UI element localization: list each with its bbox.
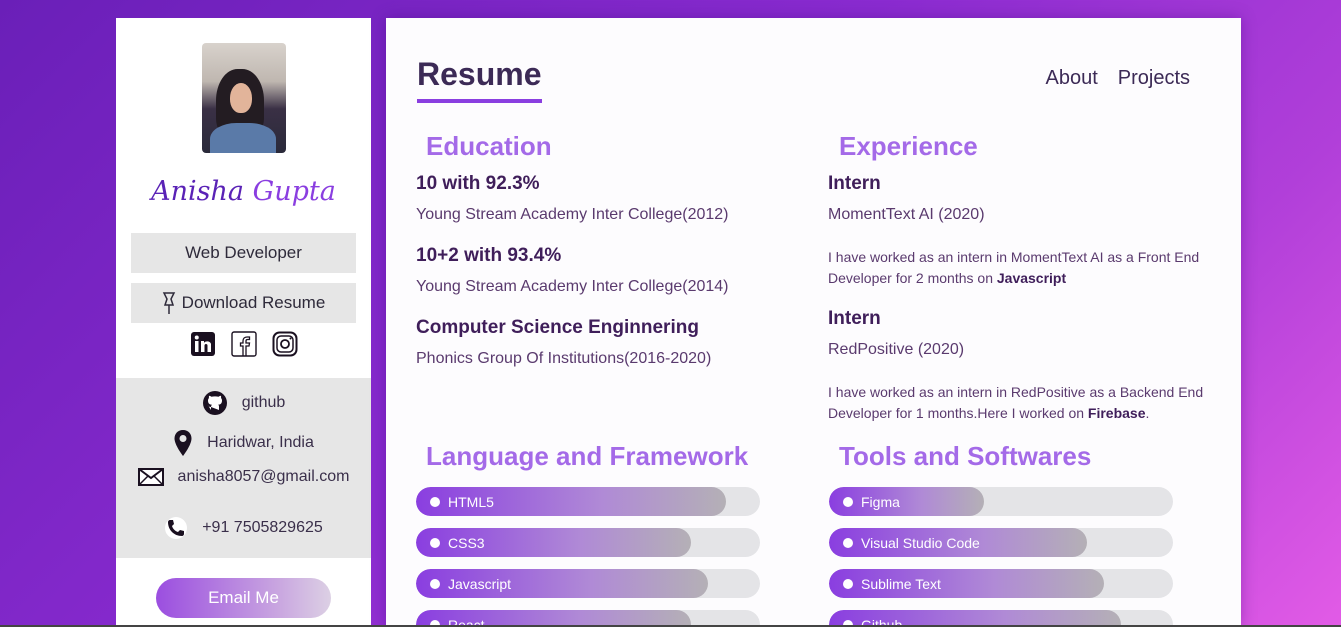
skill-bar-fill: Figma [829, 487, 984, 516]
download-label: Download Resume [181, 293, 326, 312]
profile-photo [202, 43, 286, 153]
experience-description: I have worked as an intern in MomentText… [828, 249, 1200, 286]
skill-label: Figma [861, 493, 900, 510]
bullet-dot-icon [430, 537, 440, 548]
education-detail: Young Stream Academy Inter College(2014) [416, 278, 729, 295]
github-icon [202, 391, 227, 415]
skill-label: Sublime Text [861, 575, 941, 592]
experience-description: I have worked as an intern in RedPositiv… [828, 384, 1204, 421]
tools-title: Tools and Softwares [839, 441, 1092, 471]
top-nav: About Projects [1045, 67, 1190, 90]
education-detail: Young Stream Academy Inter College(2012) [416, 206, 729, 223]
skill-bar-fill: Javascript [416, 569, 709, 598]
facebook-icon[interactable] [230, 331, 257, 357]
education-heading: 10 with 92.3% [416, 173, 540, 194]
role-label: Web Developer [185, 243, 302, 262]
social-links [116, 331, 371, 357]
role-badge: Web Developer [131, 233, 356, 273]
skill-bar-fill: HTML5 [416, 487, 726, 516]
skill-bar: Javascript [416, 569, 760, 598]
bullet-dot-icon [843, 578, 853, 589]
education-heading: 10+2 with 93.4% [416, 245, 562, 266]
nav-about[interactable]: About [1045, 67, 1097, 90]
github-label: github [241, 394, 286, 411]
contact-panel: github Haridwar, India anisha8057@gmail.… [116, 378, 371, 558]
location-label: Haridwar, India [207, 434, 314, 451]
profile-sidebar: Anisha Gupta Web Developer Download Resu… [116, 18, 371, 627]
education-heading: Computer Science Enginnering [416, 317, 699, 338]
skill-bar: HTML5 [416, 487, 760, 516]
email-label: anisha8057@gmail.com [177, 468, 350, 485]
experience-heading: Intern [828, 308, 881, 329]
skill-bar-fill: CSS3 [416, 528, 692, 557]
skill-label: Javascript [448, 575, 512, 592]
contact-location: Haridwar, India [116, 429, 371, 457]
profile-name: Anisha Gupta [116, 176, 371, 207]
skill-bar: Figma [829, 487, 1173, 516]
education-title: Education [426, 131, 552, 161]
bullet-dot-icon [843, 537, 853, 548]
location-pin-icon [174, 430, 192, 456]
page-title: Resume [417, 56, 542, 103]
skill-label: HTML5 [448, 493, 494, 510]
skill-bar-fill: Visual Studio Code [829, 528, 1087, 557]
experience-company: MomentText AI (2020) [828, 206, 985, 223]
download-resume-button[interactable]: Download Resume [131, 283, 356, 323]
nav-projects[interactable]: Projects [1118, 67, 1190, 90]
languages-title: Language and Framework [426, 441, 749, 471]
skill-bar: CSS3 [416, 528, 760, 557]
skill-bar: Visual Studio Code [829, 528, 1173, 557]
experience-company: RedPositive (2020) [828, 341, 965, 358]
skill-bar: Sublime Text [829, 569, 1173, 598]
last-name: Gupta [252, 176, 336, 207]
education-detail: Phonics Group Of Institutions(2016-2020) [416, 350, 712, 367]
experience-heading: Intern [828, 173, 881, 194]
contact-github[interactable]: github [116, 390, 371, 416]
contact-email[interactable]: anisha8057@gmail.com [116, 468, 371, 486]
skill-label: CSS3 [448, 534, 485, 551]
phone-icon [165, 517, 188, 539]
skill-label: Visual Studio Code [861, 534, 980, 551]
contact-phone[interactable]: +91 7505829625 [116, 516, 371, 540]
experience-title: Experience [839, 131, 978, 161]
bullet-dot-icon [430, 578, 440, 589]
bullet-dot-icon [843, 496, 853, 507]
phone-label: +91 7505829625 [202, 519, 323, 536]
skill-bar-fill: Sublime Text [829, 569, 1105, 598]
linkedin-icon[interactable] [190, 331, 216, 357]
mail-icon [137, 468, 164, 486]
pin-icon [162, 292, 175, 314]
bullet-dot-icon [430, 496, 440, 507]
resume-panel: Resume About Projects Education 10 with … [386, 18, 1241, 627]
instagram-icon[interactable] [272, 331, 298, 357]
first-name: Anisha [151, 176, 245, 207]
email-me-button[interactable]: Email Me [156, 578, 331, 618]
email-me-label: Email Me [208, 588, 279, 607]
